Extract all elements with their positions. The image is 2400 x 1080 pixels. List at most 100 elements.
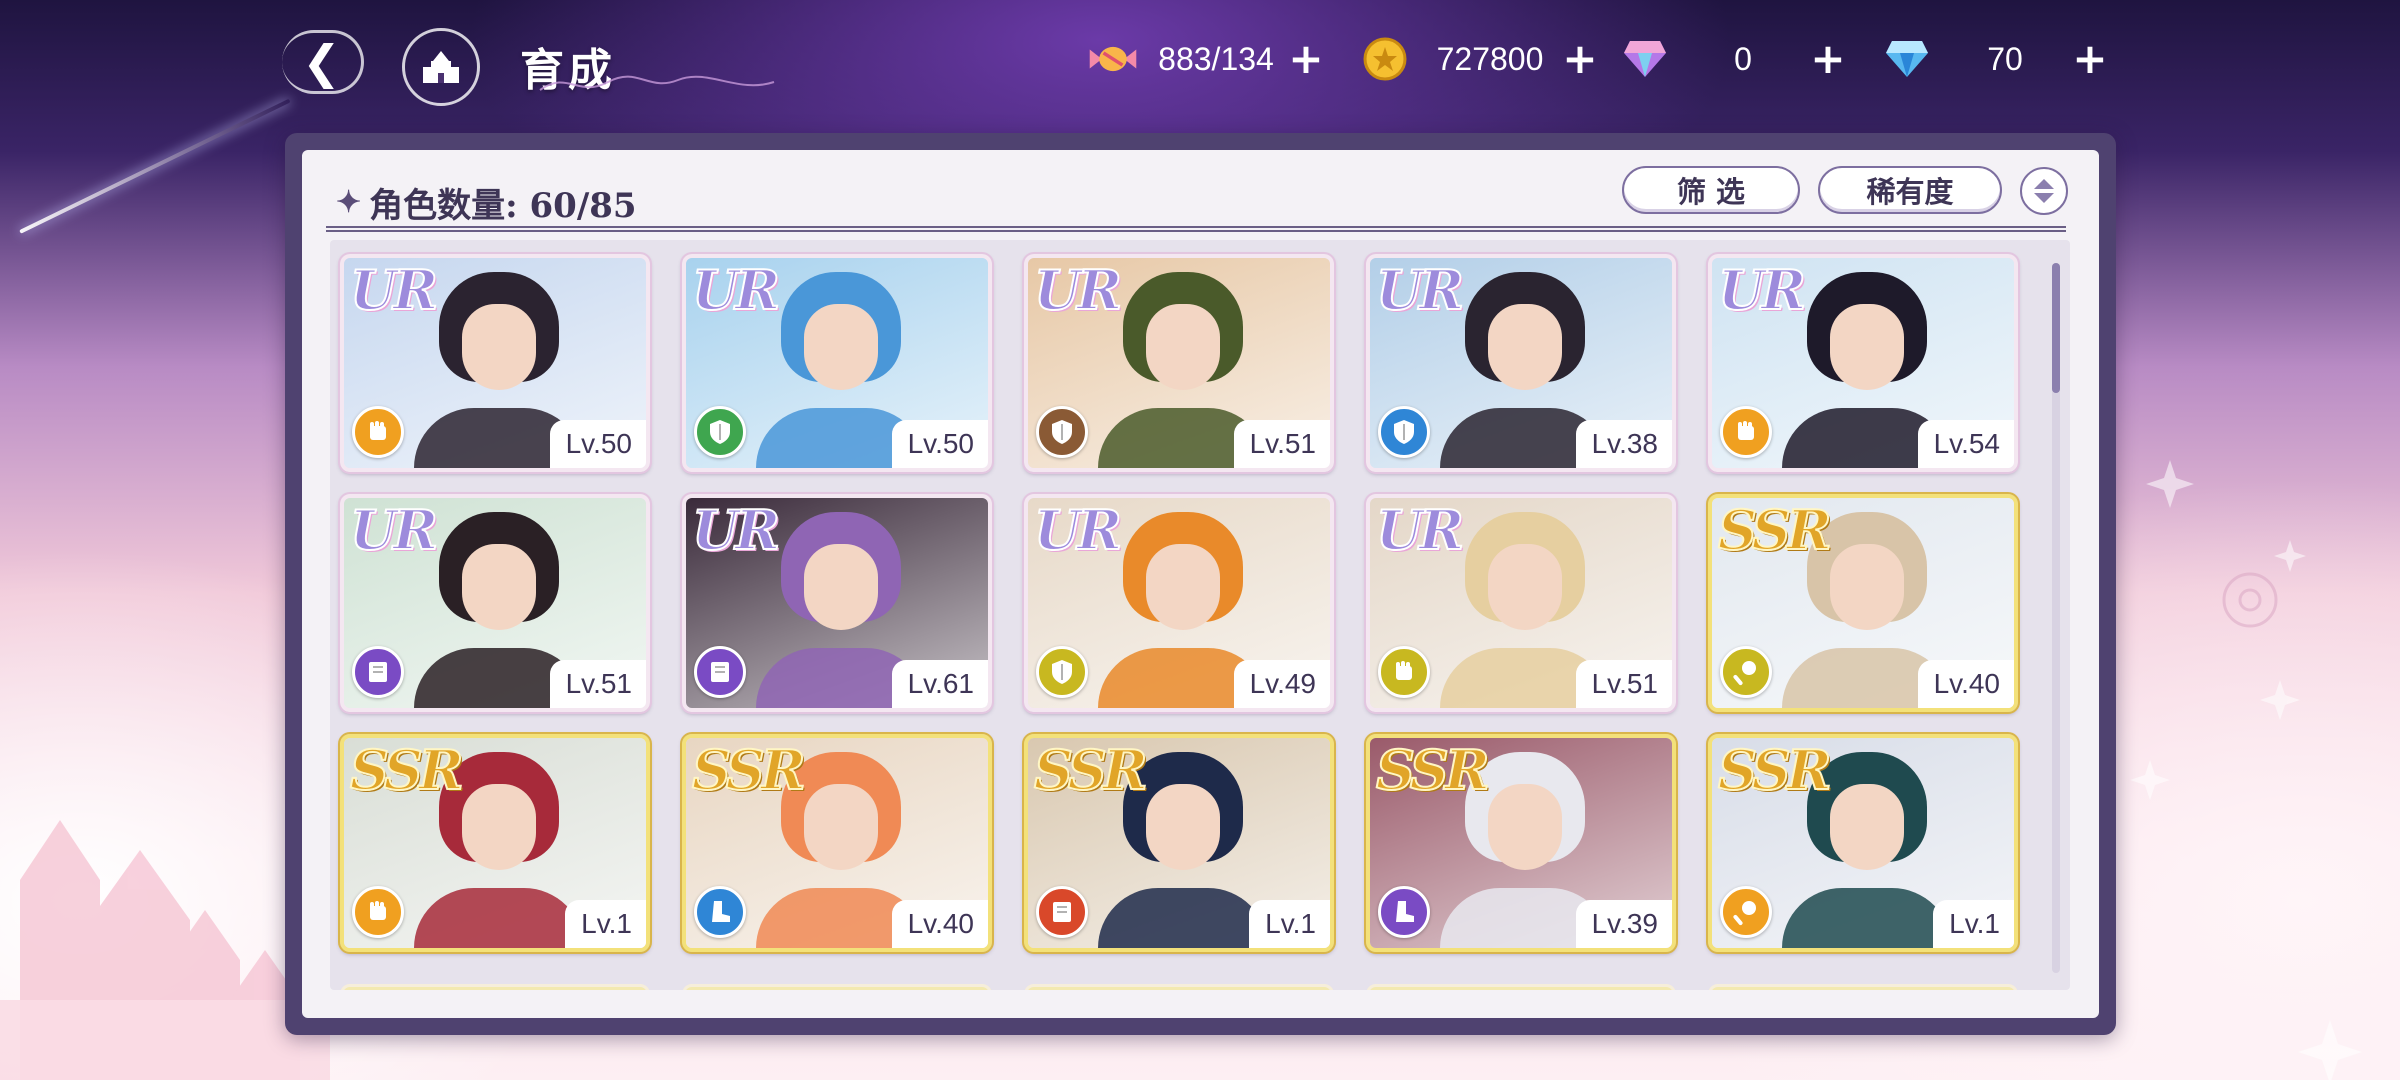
- level-label: Lv.38: [1575, 420, 1672, 468]
- character-portrait: [1830, 784, 1904, 870]
- character-card-partial[interactable]: [1708, 984, 2018, 990]
- level-label: Lv.50: [891, 420, 988, 468]
- boot-icon: [1378, 886, 1430, 938]
- character-card[interactable]: UR Lv.50: [680, 252, 994, 474]
- character-count-text: 角色数量: 60/85: [369, 186, 637, 226]
- pink-diamond-plus-button[interactable]: +: [1808, 38, 1848, 80]
- character-portrait: [462, 304, 536, 390]
- level-label: Lv.51: [1233, 420, 1330, 468]
- rarity-badge: UR: [1033, 498, 1123, 563]
- sparkle-icon: ✦: [336, 185, 362, 220]
- character-card[interactable]: SSR Lv.40: [1706, 492, 2020, 714]
- character-card[interactable]: UR Lv.50: [338, 252, 652, 474]
- character-panel: ✦ 角色数量: 60/85 筛 选 稀有度 UR Lv.50 UR Lv.50 UR Lv…: [302, 150, 2099, 1018]
- character-card-partial[interactable]: [1366, 984, 1676, 990]
- level-label: Lv.49: [1233, 660, 1330, 708]
- blue-diamond-resource: 70 +: [1882, 34, 2110, 84]
- grid-scrollbar[interactable]: [2052, 263, 2060, 973]
- candy-value: 883/134: [1158, 40, 1274, 77]
- character-card[interactable]: SSR Lv.1: [1022, 732, 1336, 954]
- character-card[interactable]: UR Lv.51: [1364, 492, 1678, 714]
- level-label: Lv.1: [1933, 900, 2014, 948]
- rarity-badge: UR: [1717, 258, 1807, 323]
- character-card[interactable]: SSR Lv.39: [1364, 732, 1678, 954]
- level-label: Lv.1: [565, 900, 646, 948]
- back-button[interactable]: ❮: [282, 30, 364, 94]
- pink-diamond-value: 0: [1734, 40, 1752, 77]
- sort-order-button[interactable]: [2020, 167, 2068, 215]
- castle-silhouette: [0, 820, 330, 1080]
- character-card-partial[interactable]: [682, 984, 992, 990]
- character-card-partial[interactable]: [340, 984, 650, 990]
- character-portrait: [1488, 784, 1562, 870]
- level-label: Lv.54: [1917, 420, 2014, 468]
- blue-diamond-value: 70: [1987, 40, 2023, 77]
- level-label: Lv.51: [1575, 660, 1672, 708]
- level-label: Lv.39: [1575, 900, 1672, 948]
- character-portrait: [804, 784, 878, 870]
- character-portrait: [1146, 784, 1220, 870]
- shield-icon: [1378, 406, 1430, 458]
- level-label: Lv.1: [1249, 900, 1330, 948]
- character-portrait: [1488, 304, 1562, 390]
- top-bar: ❮ 育成 883/134 + 727800 + 0 + 70 +: [0, 0, 2400, 120]
- castle-icon: [423, 51, 459, 83]
- rarity-badge: SSR: [1717, 738, 1833, 803]
- character-grid: UR Lv.50 UR Lv.50 UR Lv.51 UR Lv.38 UR Lv.54 UR Lv.…: [330, 240, 2070, 990]
- fist-icon: [352, 886, 404, 938]
- character-card[interactable]: SSR Lv.40: [680, 732, 994, 954]
- character-portrait: [1830, 304, 1904, 390]
- character-portrait: [1488, 544, 1562, 630]
- rarity-badge: UR: [1033, 258, 1123, 323]
- rarity-badge: SSR: [1033, 738, 1149, 803]
- rarity-badge: UR: [691, 258, 781, 323]
- character-card[interactable]: UR Lv.49: [1022, 492, 1336, 714]
- level-label: Lv.61: [891, 660, 988, 708]
- rarity-badge: UR: [349, 498, 439, 563]
- character-card-partial[interactable]: [1024, 984, 1334, 990]
- fist-icon: [1720, 406, 1772, 458]
- fist-icon: [352, 406, 404, 458]
- level-label: Lv.40: [891, 900, 988, 948]
- rarity-badge: SSR: [349, 738, 465, 803]
- character-card[interactable]: SSR Lv.1: [338, 732, 652, 954]
- character-portrait: [1146, 544, 1220, 630]
- rarity-badge: SSR: [1717, 498, 1833, 563]
- wand-icon: [1720, 646, 1772, 698]
- level-label: Lv.50: [549, 420, 646, 468]
- character-card[interactable]: UR Lv.51: [338, 492, 652, 714]
- character-portrait: [1830, 544, 1904, 630]
- pink-diamond-icon: [1620, 34, 1670, 84]
- gold-coin-icon: [1360, 34, 1410, 84]
- sort-arrows-icon: [2034, 179, 2054, 203]
- candy-plus-button[interactable]: +: [1286, 38, 1326, 80]
- blue-diamond-plus-button[interactable]: +: [2070, 38, 2110, 80]
- character-card[interactable]: UR Lv.51: [1022, 252, 1336, 474]
- pink-diamond-resource: 0 +: [1620, 34, 1848, 84]
- blue-diamond-icon: [1882, 34, 1932, 84]
- character-card[interactable]: UR Lv.38: [1364, 252, 1678, 474]
- gold-value: 727800: [1436, 40, 1544, 77]
- candy-icon: [1088, 34, 1138, 84]
- character-card[interactable]: UR Lv.54: [1706, 252, 2020, 474]
- boot-icon: [694, 886, 746, 938]
- filter-button[interactable]: 筛 选: [1622, 166, 1800, 214]
- candy-resource: 883/134 +: [1088, 34, 1326, 84]
- rarity-sort-button[interactable]: 稀有度: [1818, 166, 2002, 214]
- rarity-badge: UR: [349, 258, 439, 323]
- home-button[interactable]: [402, 28, 480, 106]
- rarity-badge: UR: [691, 498, 781, 563]
- back-arrow-icon: ❮: [302, 35, 341, 89]
- rarity-badge: SSR: [691, 738, 807, 803]
- character-card[interactable]: SSR Lv.1: [1706, 732, 2020, 954]
- scrollbar-thumb[interactable]: [2052, 263, 2060, 393]
- title-script-decoration: [539, 75, 775, 91]
- fist-icon: [1378, 646, 1430, 698]
- character-portrait: [462, 784, 536, 870]
- gold-plus-button[interactable]: +: [1560, 38, 1600, 80]
- shield-icon: [1036, 646, 1088, 698]
- character-card[interactable]: UR Lv.61: [680, 492, 994, 714]
- book-icon: [352, 646, 404, 698]
- book-icon: [1036, 886, 1088, 938]
- shield-icon: [694, 406, 746, 458]
